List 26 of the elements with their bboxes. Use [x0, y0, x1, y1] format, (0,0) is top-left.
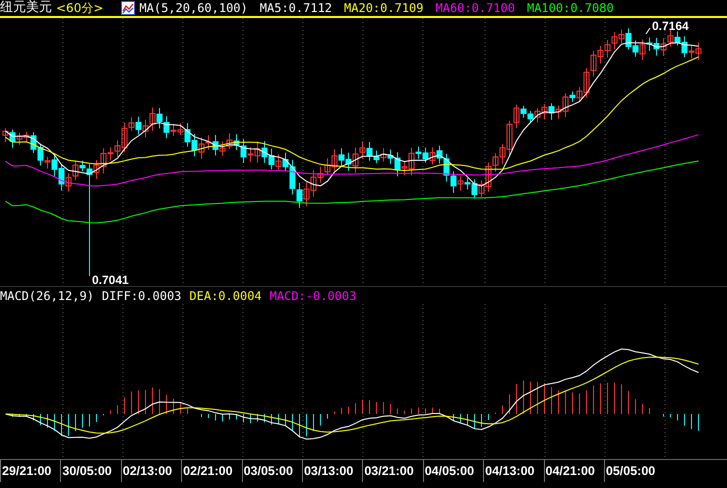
time-label: 04/21:00: [544, 460, 604, 482]
macd-value: MACD:-0.0003: [270, 288, 356, 304]
leader-line: [646, 28, 650, 34]
high-price-label: 0.7164: [652, 19, 689, 33]
ma-value: MA60:0.7100: [436, 0, 515, 16]
period-label: <60分>: [56, 0, 104, 16]
time-label: 02/13:00: [120, 460, 182, 482]
indicator-label: MACD(26,12,9): [0, 288, 94, 304]
chart-icon[interactable]: [121, 1, 136, 15]
indicator-label: MA(5,20,60,100): [139, 0, 248, 16]
time-label: 03/21:00: [362, 460, 423, 482]
time-label: 02/21:00: [181, 460, 242, 482]
time-label: 04/05:00: [422, 460, 484, 482]
macd-value: DIFF:0.0003: [102, 288, 182, 304]
symbol-name: 纽元美元: [0, 0, 52, 16]
macd-value: DEA:0.0004: [189, 288, 262, 304]
ma-value: MA5:0.7112: [260, 0, 332, 16]
time-label: 29/21:00: [0, 460, 60, 482]
ma-value: MA20:0.7109: [344, 0, 424, 16]
time-label: 05/05:00: [604, 460, 664, 482]
ma-value: MA100:0.7080: [526, 0, 614, 16]
time-label: 03/13:00: [302, 460, 362, 482]
time-label: 04/13:00: [483, 460, 544, 482]
time-label: 03/05:00: [242, 460, 302, 482]
low-price-label: 0.7041: [92, 273, 129, 286]
time-label: 30/05:00: [60, 460, 121, 482]
